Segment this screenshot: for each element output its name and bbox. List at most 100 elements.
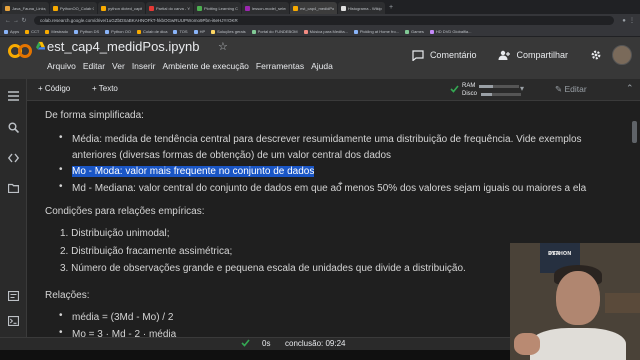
execution-time: 0s [262,339,271,348]
browser-tab[interactable]: Partial do carva - YouTube [146,2,193,14]
runtime-dropdown-icon[interactable]: ▾ [520,84,524,93]
bookmark[interactable]: Mestrado [45,29,68,34]
list-item-media-line2: anteriores (diversas formas de obtenção)… [72,150,392,161]
browser-tab[interactable]: lesson-model_selection_s... [242,2,289,14]
bookmarks-bar: Apps CCT Mestrado Python DS Python OO Co… [0,27,640,37]
tab-label: Plotting Learning Curves [204,5,238,11]
tab-label: est_cap4_medidPos.ipynb [300,5,334,11]
list-item-media-line1: Média: medida de tendência central para … [72,134,582,145]
poster-line-2: DSA [548,251,560,257]
address-bar: ← → ↻ colab.research.google.com/drive/1u… [0,14,640,27]
notebook-title[interactable]: est_cap4_medidPos.ipynb [47,39,200,54]
notebook-toolbar: + Código + Texto RAM Disco ▾ ✎ Editar ⌃ [0,79,640,101]
connected-check-icon [450,85,459,93]
menu-editar[interactable]: Editar [83,61,105,71]
bookmark-label: Games [411,29,424,34]
disk-bar [481,92,522,96]
list-item-mediana: Md - Mediana: valor central do conjunto … [72,183,587,194]
menu-ambiente[interactable]: Ambiente de execução [162,61,248,71]
forward-icon[interactable]: → [12,18,20,24]
bookmark[interactable]: Colab de dica [136,29,168,34]
back-icon[interactable]: ← [4,18,12,24]
relation-item: média = (3Md - Mo) / 2 [72,312,174,323]
folder-icon[interactable] [8,183,19,193]
list-bullet: • [59,181,63,192]
bookmark[interactable]: Python DS [74,29,99,34]
bookmark[interactable]: Música para Medita... [303,29,348,34]
bookmark[interactable]: TOS [173,29,188,34]
bookmark-label: Portal do FUNDEBOM [257,29,298,34]
list-bullet: • [59,310,63,321]
bookmark-label: Pickling at Home fro... [359,29,400,34]
menu-ferramentas[interactable]: Ferramentas [256,61,304,71]
url-field[interactable]: colab.research.google.com/drive/1uGZbDSa… [34,16,614,25]
bookmark-label: Mestrado [51,29,69,34]
add-code-button[interactable]: + Código [38,84,70,93]
bookmark-label: Soluções gerais [217,29,246,34]
colab-header: est_cap4_medidPos.ipynb ☆ Arquivo Editar… [0,37,640,79]
browser-tab[interactable]: Plotting Learning Curves [194,2,241,14]
list-bullet: • [59,132,63,143]
ram-label: RAM [462,83,476,89]
condition-item: 2. Distribuição fracamente assimétrica; [60,246,233,257]
bookmark-label: Python OO [111,29,131,34]
colab-logo-icon[interactable] [8,43,32,59]
tab-label: PythonOO_Colab Ciencia... [60,5,94,11]
code-snippets-icon[interactable] [8,153,19,163]
bookmark-label: Apps [10,29,20,34]
cell-intro: De forma simplificada: [45,110,144,121]
browser-tab[interactable]: PythonOO_Colab Ciencia... [50,2,97,14]
tab-label: lesson-model_selection_s... [252,5,286,11]
execution-ok-icon [241,339,250,347]
bookmark[interactable]: Portal do FUNDEBOM [251,29,298,34]
tab-label: Histograma - Wikipedia... [348,5,382,11]
list-bullet: • [59,327,63,337]
new-tab-button[interactable]: + [389,2,393,14]
extensions-icon[interactable]: ● [620,18,628,24]
relations-title: Relações: [45,290,90,301]
bookmark[interactable]: HD DVD Globalfla... [429,29,472,34]
star-icon[interactable]: ☆ [218,40,228,53]
tab-label: python dicted_capit_media... [108,5,142,11]
presenter-shirt [530,328,626,360]
list-bullet: • [59,164,63,175]
menu-ver[interactable]: Ver [112,61,125,71]
edit-button[interactable]: ✎ Editar [555,84,587,95]
menu-dots-icon[interactable]: ⋮ [628,17,636,24]
bookmark[interactable]: Games [405,29,424,34]
chevron-up-icon[interactable]: ⌃ [626,83,634,94]
share-person-icon [498,50,511,60]
condition-item: 3. Número de observações grande e pequen… [60,263,466,274]
browser-tab[interactable]: python dicted_capit_media... [98,2,145,14]
gear-icon[interactable] [590,49,602,61]
menu-ajuda[interactable]: Ajuda [311,61,333,71]
bookmark[interactable]: Python OO [105,29,131,34]
share-button[interactable]: Compartilhar [498,50,568,61]
bookmark-label: Música para Medita... [309,29,348,34]
edit-label: Editar [564,84,587,94]
bookmark[interactable]: CCT [25,29,39,34]
browser-tab-active[interactable]: est_cap4_medidPos.ipynb [290,2,337,14]
avatar[interactable] [612,45,632,65]
toc-icon[interactable] [8,91,19,101]
browser-tab[interactable]: Histograma - Wikipedia... [338,2,385,14]
search-icon[interactable] [8,122,19,133]
conditions-title: Condições para relações empíricas: [45,206,205,217]
bookmark[interactable]: Soluções gerais [211,29,246,34]
webcam-overlay: PYTHON DSA [510,243,640,360]
browser-tab[interactable]: Java_Fauna_Links_ML-TD... [2,2,49,14]
command-palette-icon[interactable] [8,291,19,301]
bookmark[interactable]: Apps [4,29,19,34]
comment-button[interactable]: Comentário [412,49,476,61]
add-text-button[interactable]: + Texto [92,84,118,93]
bookmark-label: Colab de dica [142,29,168,34]
resource-monitor[interactable]: RAM Disco [462,82,522,98]
tab-label: Java_Fauna_Links_ML-TD... [12,5,46,11]
menu-arquivo[interactable]: Arquivo [47,61,76,71]
bookmark[interactable]: Pickling at Home fro... [353,29,400,34]
terminal-icon[interactable] [8,316,19,326]
condition-item: 1. Distribuição unimodal; [60,228,170,239]
bookmark[interactable]: HP [193,29,205,34]
menu-inserir[interactable]: Inserir [132,61,156,71]
reload-icon[interactable]: ↻ [20,17,28,24]
